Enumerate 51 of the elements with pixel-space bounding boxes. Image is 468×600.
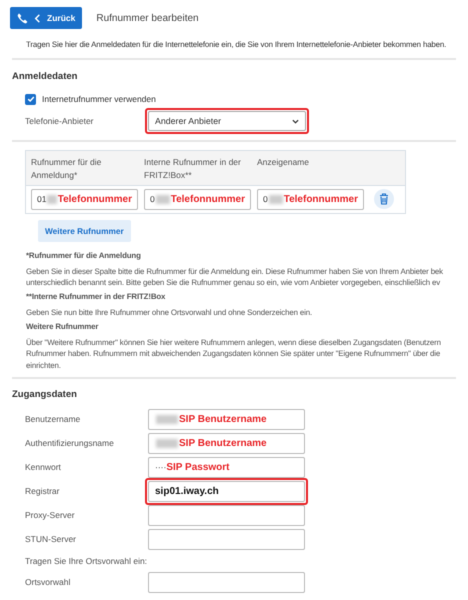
add-number-button[interactable]: Weitere Rufnummer bbox=[38, 220, 131, 242]
field-label: Kennwort bbox=[25, 461, 62, 474]
column-header: Anzeigename bbox=[257, 156, 310, 170]
field-value: sip01.iway.ch bbox=[155, 485, 219, 500]
input-field[interactable] bbox=[148, 505, 305, 526]
field-value: ···· bbox=[155, 461, 166, 474]
input-field[interactable]: 0 Telefonnummer bbox=[257, 188, 364, 210]
column-header: Interne Rufnummer in der FRITZ!Box** bbox=[144, 156, 242, 182]
field-label: Benutzername bbox=[25, 413, 82, 426]
section-heading: Zugangsdaten bbox=[12, 388, 78, 402]
section-heading: Anmeldedaten bbox=[12, 70, 78, 84]
input-field[interactable]: ····SIP Passwort bbox=[148, 457, 305, 478]
redaction-blur bbox=[156, 415, 178, 424]
field-label: Authentifizierungsname bbox=[25, 437, 115, 450]
column-header: Rufnummer für die Anmeldung* bbox=[31, 156, 102, 182]
field-label: Telefonie-Anbieter bbox=[25, 114, 95, 128]
back-button[interactable]: Zurück bbox=[10, 7, 82, 29]
field-value: 0 bbox=[150, 192, 155, 206]
annotation-text: Telefonnummer bbox=[58, 192, 132, 207]
input-field[interactable] bbox=[148, 572, 305, 594]
input-field[interactable] bbox=[148, 529, 305, 550]
trash-icon bbox=[379, 193, 389, 206]
field-label: Proxy-Server bbox=[25, 509, 76, 522]
caret-icon bbox=[292, 118, 299, 124]
hint-text: Tragen Sie Ihre Ortsvorwahl ein: bbox=[24, 554, 148, 568]
checkbox-label: Internetrufnummer verwenden bbox=[42, 92, 156, 106]
delete-button[interactable] bbox=[374, 189, 394, 210]
input-field[interactable]: 01 Telefonnummer bbox=[31, 188, 138, 210]
checkbox[interactable] bbox=[25, 94, 36, 105]
page-title: Rufnummer bearbeiten bbox=[96, 12, 199, 26]
field-label: Ortsvorwahl bbox=[25, 576, 72, 590]
annotation-text: Telefonnummer bbox=[170, 192, 245, 207]
redaction-blur bbox=[156, 194, 170, 204]
redaction-blur bbox=[156, 439, 178, 448]
input-field[interactable]: SIP Benutzername bbox=[148, 433, 305, 454]
field-value: 0 bbox=[263, 192, 268, 206]
annotation-text: Telefonnummer bbox=[284, 192, 358, 207]
input-field[interactable]: 0 Telefonnummer bbox=[144, 188, 251, 210]
annotation-text: SIP Benutzername bbox=[179, 437, 267, 452]
chevron-left-icon bbox=[34, 14, 41, 22]
input-field[interactable]: sip01.iway.ch bbox=[148, 481, 305, 502]
redaction-blur bbox=[268, 194, 283, 204]
annotation-text: SIP Benutzername bbox=[179, 413, 267, 428]
input-field[interactable]: SIP Benutzername bbox=[148, 409, 305, 430]
provider-select[interactable]: Anderer Anbieter bbox=[148, 111, 306, 132]
phone-icon bbox=[17, 12, 28, 24]
field-value: 01 bbox=[37, 192, 46, 206]
annotation-text: SIP Passwort bbox=[166, 461, 230, 476]
redaction-blur bbox=[47, 194, 57, 204]
field-label: Registrar bbox=[25, 485, 60, 498]
field-label: STUN-Server bbox=[25, 533, 78, 546]
